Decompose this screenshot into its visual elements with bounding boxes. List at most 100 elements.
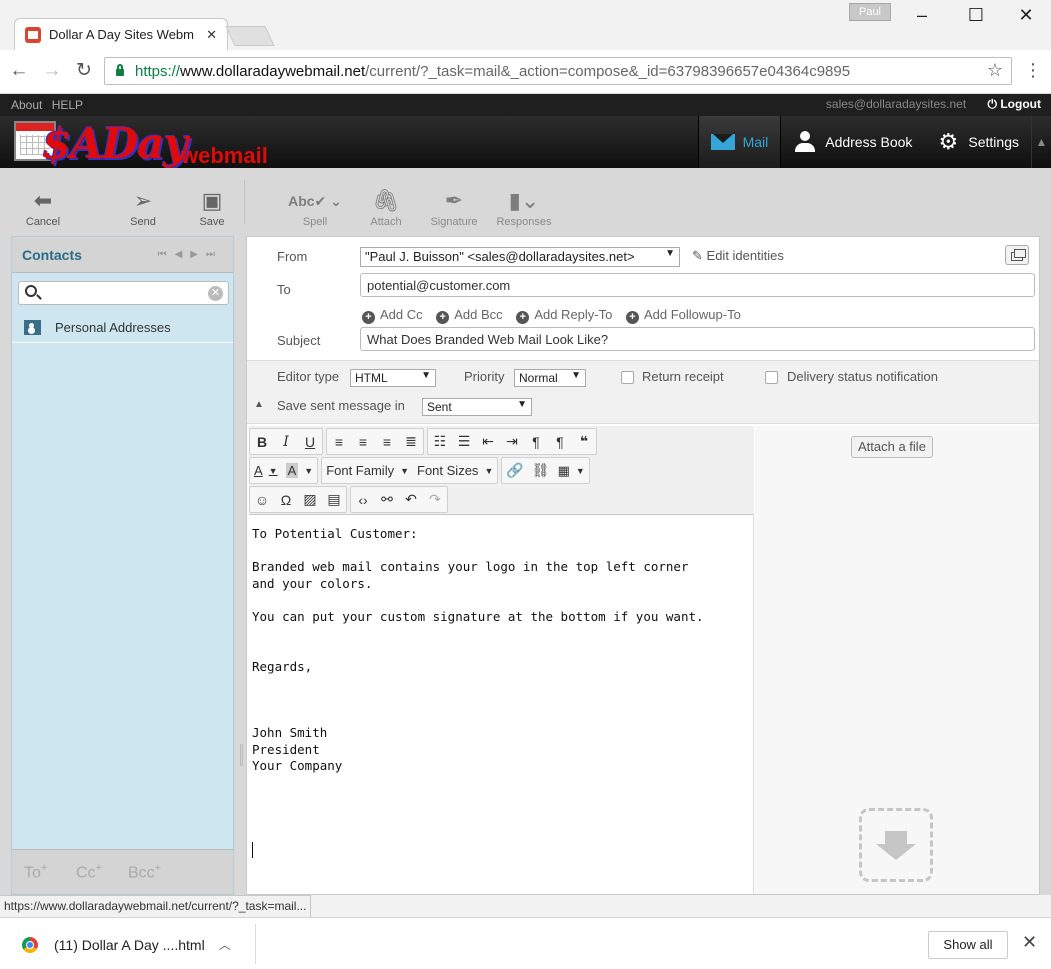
search-replace-icon[interactable]: ⚯ bbox=[375, 487, 399, 512]
maximize-button[interactable]: ☐ bbox=[956, 4, 996, 26]
undo-icon[interactable]: ↶ bbox=[399, 487, 423, 512]
align-center-icon[interactable]: ≡ bbox=[351, 429, 375, 454]
pane-splitter[interactable] bbox=[240, 744, 243, 766]
insert-bcc-button[interactable]: Bcc+ bbox=[128, 862, 161, 882]
nav-address-book[interactable]: Address Book bbox=[781, 116, 924, 168]
save-sent-select[interactable]: Sent ▼ bbox=[422, 398, 532, 416]
search-icon bbox=[25, 285, 37, 297]
spell-button[interactable]: Abc✔ ⌄ Spell bbox=[282, 186, 348, 228]
contacts-pager[interactable]: ⏮◀▶⏭ bbox=[158, 249, 223, 260]
close-shelf-icon[interactable]: ✕ bbox=[1022, 932, 1037, 953]
popout-window-icon[interactable] bbox=[1005, 245, 1029, 265]
table-icon[interactable]: ▦ ▼ bbox=[554, 458, 589, 483]
back-icon[interactable]: ← bbox=[8, 60, 30, 82]
tab-close-icon[interactable]: ✕ bbox=[206, 27, 217, 43]
plus-circle-icon: + bbox=[362, 311, 375, 324]
minimize-button[interactable]: – bbox=[902, 4, 942, 26]
nav-menu-chevron-icon[interactable]: ▲ bbox=[1031, 116, 1051, 168]
unlink-icon[interactable]: ⛓ bbox=[528, 458, 554, 483]
editor-toolbar-row-3: ☺ Ω ▨ ▤ ‹› ⚯ ↶ ↷ bbox=[249, 485, 451, 514]
dropdown-arrow-icon: ▼ bbox=[517, 399, 527, 410]
priority-select[interactable]: Normal ▼ bbox=[514, 369, 586, 387]
clear-search-icon[interactable]: ✕ bbox=[208, 286, 223, 301]
save-button[interactable]: ▣ Save bbox=[194, 186, 230, 228]
attach-file-button[interactable]: Attach a file bbox=[851, 436, 933, 458]
nav-address-book-label: Address Book bbox=[825, 134, 913, 150]
attach-button[interactable]: 🖇 Attach bbox=[366, 186, 406, 228]
outdent-icon[interactable]: ⇤ bbox=[476, 429, 500, 454]
send-button[interactable]: ➢ Send bbox=[118, 186, 168, 228]
gear-icon: ⚙ bbox=[938, 129, 959, 154]
collapse-options-icon[interactable]: ▲ bbox=[254, 399, 264, 410]
insert-to-label: To bbox=[24, 864, 41, 882]
link-icon[interactable]: 🔗 bbox=[502, 458, 527, 483]
rtl-icon[interactable]: ¶ bbox=[548, 429, 572, 454]
edit-identities-link[interactable]: ✎ Edit identities bbox=[692, 248, 784, 264]
image-icon[interactable]: ▨ bbox=[298, 487, 322, 512]
task-nav: Mail Address Book ⚙ Settings ▲ bbox=[697, 116, 1051, 168]
to-input[interactable]: potential@customer.com bbox=[360, 273, 1035, 297]
browser-tab[interactable]: Dollar A Day Sites Webm ✕ bbox=[14, 18, 228, 50]
download-arrow-icon bbox=[885, 831, 907, 845]
editor-type-select[interactable]: HTML ▼ bbox=[350, 369, 436, 387]
font-family-select[interactable]: Font Family ▼ bbox=[322, 458, 413, 483]
from-select[interactable]: "Paul J. Buisson" <sales@dollaradaysites… bbox=[360, 247, 680, 267]
profile-badge[interactable]: Paul bbox=[849, 3, 891, 21]
add-cc-link[interactable]: + Add Cc bbox=[362, 307, 423, 324]
bold-icon[interactable]: B bbox=[250, 429, 274, 454]
add-reply-to-link[interactable]: + Add Reply-To bbox=[516, 307, 612, 324]
show-all-button[interactable]: Show all bbox=[928, 931, 1008, 959]
nav-mail[interactable]: Mail bbox=[697, 116, 782, 168]
about-link[interactable]: About bbox=[11, 98, 42, 112]
indent-icon[interactable]: ⇥ bbox=[500, 429, 524, 454]
return-receipt-checkbox[interactable] bbox=[621, 371, 634, 384]
message-body[interactable]: To Potential Customer: Branded web mail … bbox=[252, 526, 752, 775]
contacts-panel: Contacts ⏮◀▶⏭ ✕ Personal Addresses To+ C… bbox=[11, 236, 234, 895]
align-left-icon[interactable]: ≡ bbox=[327, 429, 351, 454]
help-link[interactable]: HELP bbox=[52, 98, 83, 112]
delivery-status-checkbox[interactable] bbox=[765, 371, 778, 384]
drop-zone[interactable] bbox=[859, 808, 933, 882]
responses-button[interactable]: ▮⌄ Responses bbox=[494, 186, 554, 228]
download-item[interactable]: (11) Dollar A Day ....html ︿ bbox=[22, 936, 231, 953]
browser-menu-icon[interactable]: ⋮ bbox=[1024, 60, 1042, 81]
align-justify-icon[interactable]: ≣ bbox=[399, 429, 423, 454]
contacts-footer: To+ Cc+ Bcc+ bbox=[12, 849, 233, 894]
italic-icon[interactable]: I bbox=[274, 429, 298, 454]
emoticon-icon[interactable]: ☺ bbox=[250, 487, 274, 512]
special-char-icon[interactable]: Ω bbox=[274, 487, 298, 512]
numbered-list-icon[interactable]: ☰ bbox=[452, 429, 476, 454]
bullet-list-icon[interactable]: ☷ bbox=[428, 429, 452, 454]
redo-icon[interactable]: ↷ bbox=[423, 487, 447, 512]
nav-settings[interactable]: ⚙ Settings bbox=[924, 116, 1031, 168]
font-sizes-select[interactable]: Font Sizes ▼ bbox=[413, 458, 497, 483]
media-icon[interactable]: ▤ bbox=[322, 487, 346, 512]
new-tab-button[interactable] bbox=[225, 26, 275, 46]
signature-icon: ✒ bbox=[444, 188, 464, 213]
source-code-icon[interactable]: ‹› bbox=[351, 487, 375, 512]
align-right-icon[interactable]: ≡ bbox=[375, 429, 399, 454]
insert-to-button[interactable]: To+ bbox=[24, 862, 47, 882]
chevron-up-icon[interactable]: ︿ bbox=[219, 936, 231, 953]
insert-cc-button[interactable]: Cc+ bbox=[76, 862, 102, 882]
add-followup-to-link[interactable]: + Add Followup-To bbox=[625, 307, 741, 324]
blockquote-icon[interactable]: ❝ bbox=[572, 429, 596, 454]
subject-input[interactable]: What Does Branded Web Mail Look Like? bbox=[360, 327, 1035, 351]
logo[interactable]: $ADay webmail bbox=[14, 119, 284, 168]
pencil-icon: ✎ bbox=[692, 248, 703, 263]
add-bcc-link[interactable]: + Add Bcc bbox=[436, 307, 503, 324]
contacts-search-input[interactable]: ✕ bbox=[18, 281, 229, 305]
close-window-button[interactable]: ✕ bbox=[1006, 4, 1046, 26]
cancel-button[interactable]: ⬅ Cancel bbox=[22, 186, 64, 228]
logout-link[interactable]: ⏻ Logout bbox=[988, 97, 1042, 111]
bookmark-star-icon[interactable]: ☆ bbox=[987, 60, 1003, 81]
reload-icon[interactable]: ↻ bbox=[73, 60, 95, 82]
url-input[interactable]: https://www.dollaradaywebmail.net/curren… bbox=[104, 57, 1012, 85]
address-book-item[interactable]: Personal Addresses bbox=[12, 313, 233, 343]
background-color-icon[interactable]: A ▼ bbox=[282, 458, 318, 483]
forward-icon[interactable]: → bbox=[41, 60, 63, 82]
ltr-icon[interactable]: ¶ bbox=[524, 429, 548, 454]
signature-button[interactable]: ✒ Signature bbox=[426, 186, 482, 228]
text-color-icon[interactable]: A ▼ bbox=[250, 458, 282, 483]
underline-icon[interactable]: U bbox=[298, 429, 322, 454]
